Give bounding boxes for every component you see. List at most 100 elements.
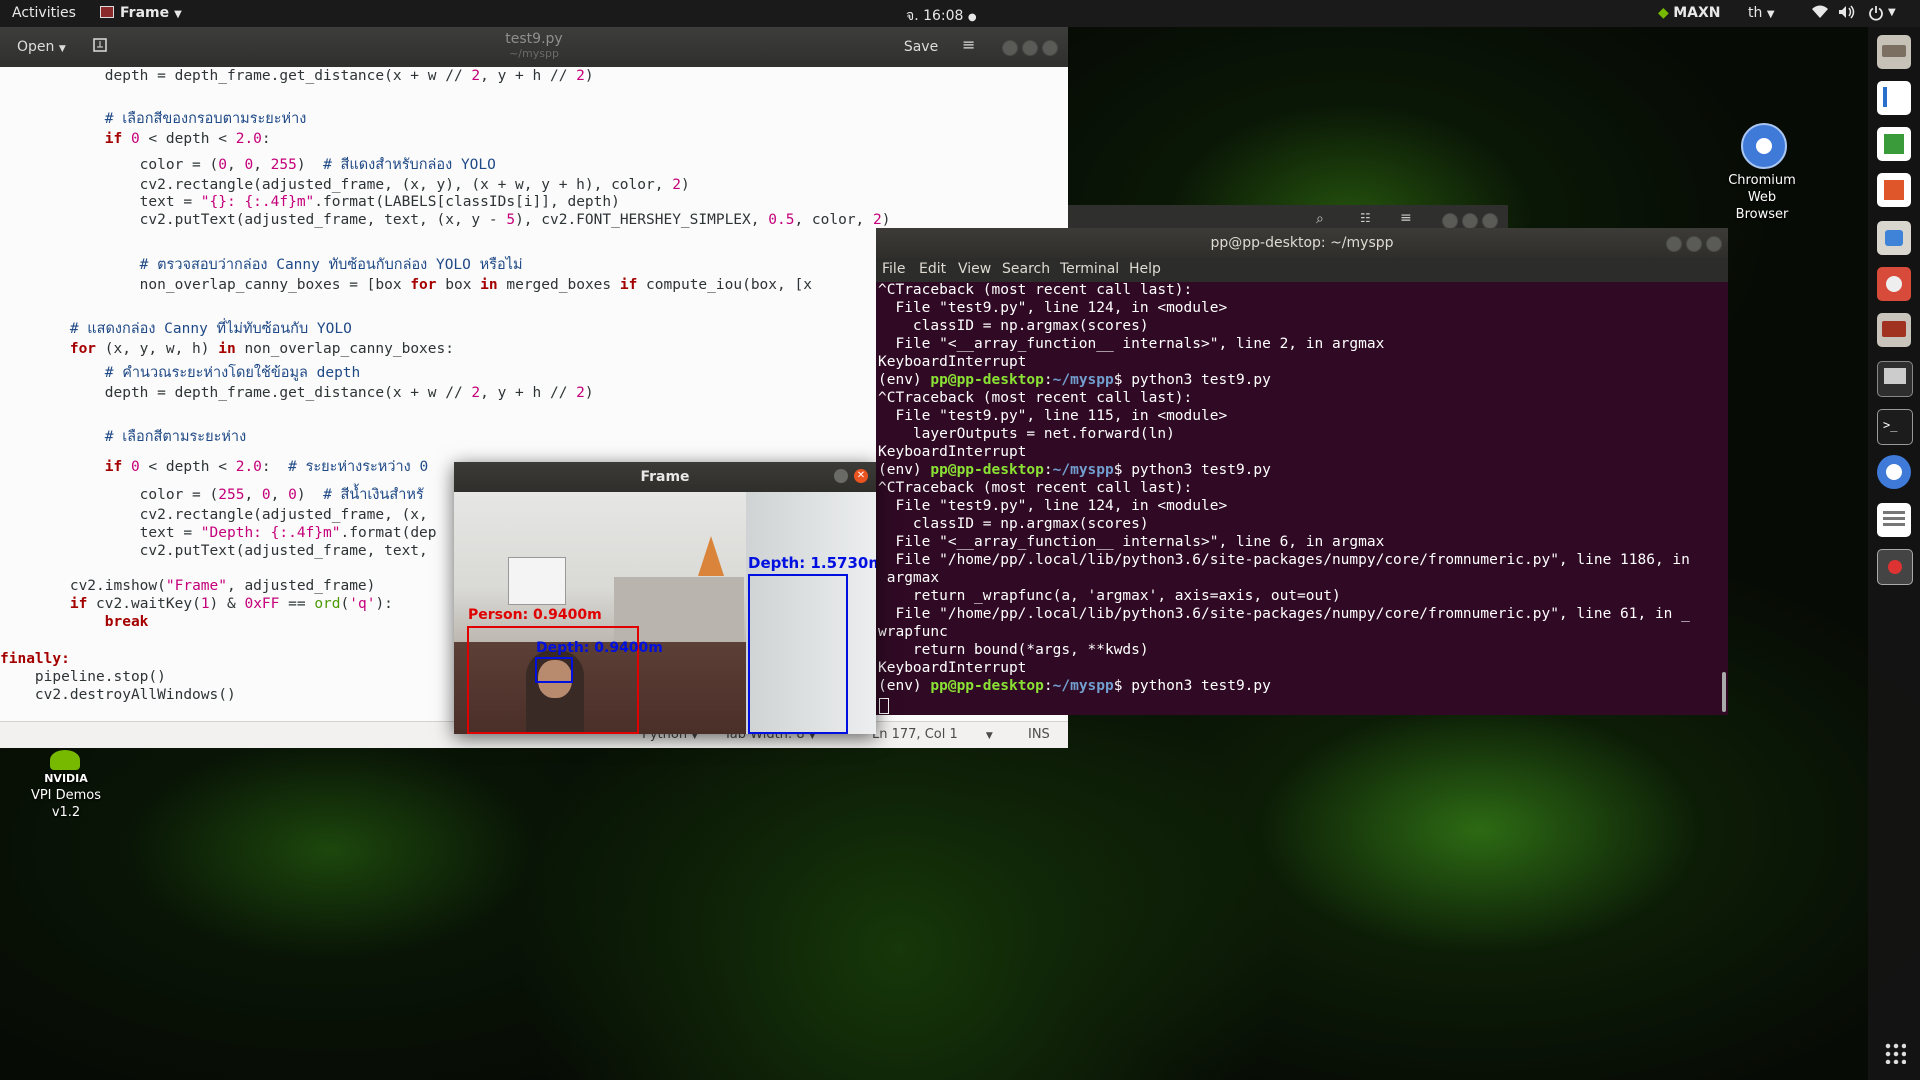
terminal-line: KeyboardInterrupt [878,660,1027,676]
terminal-line: ^CTraceback (most recent call last): [878,282,1193,298]
archive-icon[interactable] [1877,313,1911,347]
close-button[interactable] [1706,236,1722,252]
software-store-icon[interactable] [1877,221,1911,255]
close-button[interactable] [1482,213,1498,229]
hamburger-menu-icon[interactable]: ≡ [962,35,975,54]
code-line: cv2.imshow("Frame", adjusted_frame) [0,578,376,594]
app-window-icon [100,6,114,18]
terminal-line: File "/home/pp/.local/lib/python3.6/site… [878,552,1690,568]
frame-window: Frame ✕ Person: 0.9400m Depth: 0.9400m D… [454,462,876,734]
terminal-line: layerOutputs = net.forward(ln) [878,426,1175,442]
chevron-down-icon[interactable]: ▼ [1888,3,1896,19]
activities-button[interactable]: Activities [12,5,76,21]
wall-depth-label: Depth: 1.5730m [748,554,876,572]
search-icon[interactable]: ⌕ [1316,211,1324,227]
code-line: pipeline.stop() [0,669,166,685]
chromium-desktop-shortcut[interactable]: Chromium Web Browser [1700,120,1824,230]
terminal-titlebar[interactable]: pp@pp-desktop: ~/myspp [876,228,1728,258]
clock[interactable]: จ. 16:08 ● [906,5,977,27]
power-mode-label: MAXN [1673,5,1721,21]
orange-object [698,536,724,576]
chevron-down-icon: ▼ [985,731,993,741]
code-line: for (x, y, w, h) in non_overlap_canny_bo… [0,341,454,357]
chromium-label-line3: Browser [1735,207,1789,222]
code-line: color = (255, 0, 0) # สีน้ำเงินสำหรั [0,487,424,503]
menu-file[interactable]: File [882,261,905,277]
terminal-line: argmax [878,570,940,586]
settings-icon[interactable] [1877,267,1911,301]
terminal-line: KeyboardInterrupt [878,354,1027,370]
display-settings-icon[interactable] [1877,361,1913,397]
frame-titlebar[interactable]: Frame ✕ [454,462,876,492]
chromium-label-line1: Chromium [1728,173,1796,188]
close-button[interactable]: ✕ [854,469,868,483]
terminal-line: File "test9.py", line 124, in <module> [878,300,1228,316]
menu-terminal[interactable]: Terminal [1060,261,1119,277]
power-mode-menu[interactable]: ◆ MAXN [1658,5,1721,21]
menu-search[interactable]: Search [1002,261,1050,277]
terminal-icon[interactable]: >_ [1877,409,1913,445]
chromium-icon[interactable] [1877,455,1911,489]
menu-view[interactable]: View [958,261,991,277]
terminal-output[interactable]: ^CTraceback (most recent call last): Fil… [876,282,1728,715]
hamburger-menu-icon[interactable]: ≡ [1400,210,1412,226]
code-line: cv2.destroyAllWindows() [0,687,236,703]
maximize-button[interactable] [1462,213,1478,229]
vpi-label-line2: v1.2 [51,805,81,820]
wifi-icon[interactable] [1812,5,1828,23]
terminal-prompt-line: (env) pp@pp-desktop:~/myspp$ python3 tes… [878,678,1271,694]
save-button[interactable]: Save [896,34,946,60]
chromium-icon [1741,123,1787,169]
prompt-user: pp@pp-desktop [930,678,1044,694]
face-depth-label: Depth: 0.9400m [536,640,663,656]
terminal-prompt-line: (env) pp@pp-desktop:~/myspp$ python3 tes… [878,462,1271,478]
terminal-window: pp@pp-desktop: ~/myspp File Edit View Se… [876,228,1728,715]
notification-dot-icon: ● [967,12,977,23]
cursor-position-label: Ln 177, Col 1 [872,727,958,742]
menu-edit[interactable]: Edit [919,261,946,277]
frame-window-icon[interactable] [1877,549,1913,585]
code-line: break [0,614,149,630]
maximize-button[interactable] [1686,236,1702,252]
terminal-line: KeyboardInterrupt [878,444,1027,460]
frame-title: Frame [640,469,690,485]
minimize-button[interactable] [1666,236,1682,252]
terminal-line: File "/home/pp/.local/lib/python3.6/site… [878,606,1690,622]
text-editor-icon[interactable] [1877,503,1911,537]
writer-document-icon[interactable] [1877,81,1911,115]
code-line: text = "{}: {:.4f}m".format(LABELS[class… [0,194,620,210]
input-language-menu[interactable]: th ▼ [1748,5,1775,21]
terminal-line: ^CTraceback (most recent call last): [878,480,1193,496]
close-button[interactable] [1042,40,1058,56]
presentation-icon[interactable] [1877,173,1911,207]
file-manager-icon[interactable] [1877,35,1911,69]
terminal-cursor [879,698,889,714]
input-language-label: th [1748,5,1763,21]
insert-mode-indicator: INS [1028,727,1050,742]
cursor-position[interactable]: Ln 177, Col 1 ▼ [872,727,993,742]
code-line: non_overlap_canny_boxes = [box for box i… [0,277,812,293]
view-toggle-icon[interactable]: ☷ [1360,211,1371,225]
camera-feed-image[interactable]: Person: 0.9400m Depth: 0.9400m Depth: 1.… [454,492,876,734]
spreadsheet-icon[interactable] [1877,127,1911,161]
code-line: finally: [0,651,70,667]
app-menu-label: Frame [120,5,170,21]
code-line: if 0 < depth < 2.0: # ระยะห่างระหว่าง 0 [0,459,429,475]
app-menu[interactable]: Frame ▼ [100,5,182,21]
face-bounding-box [535,657,573,683]
menu-help[interactable]: Help [1129,261,1161,277]
volume-icon[interactable] [1838,5,1856,23]
person-depth-label: Person: 0.9400m [468,607,602,623]
power-icon[interactable] [1868,5,1884,25]
minimize-button[interactable] [1002,40,1018,56]
show-applications-icon[interactable] [1884,1042,1906,1064]
code-line: if cv2.waitKey(1) & 0xFF == ord('q'): [0,596,393,612]
maximize-button[interactable] [1022,40,1038,56]
vpi-demos-desktop-shortcut[interactable]: NVIDIA VPI Demos v1.2 [16,748,116,820]
minimize-button[interactable] [834,469,848,483]
code-line: depth = depth_frame.get_distance(x + w /… [0,68,594,84]
nvidia-label: NVIDIA [44,772,88,785]
prompt-path: ~/myspp [1052,678,1114,694]
terminal-scrollbar[interactable] [1722,672,1726,712]
minimize-button[interactable] [1442,213,1458,229]
